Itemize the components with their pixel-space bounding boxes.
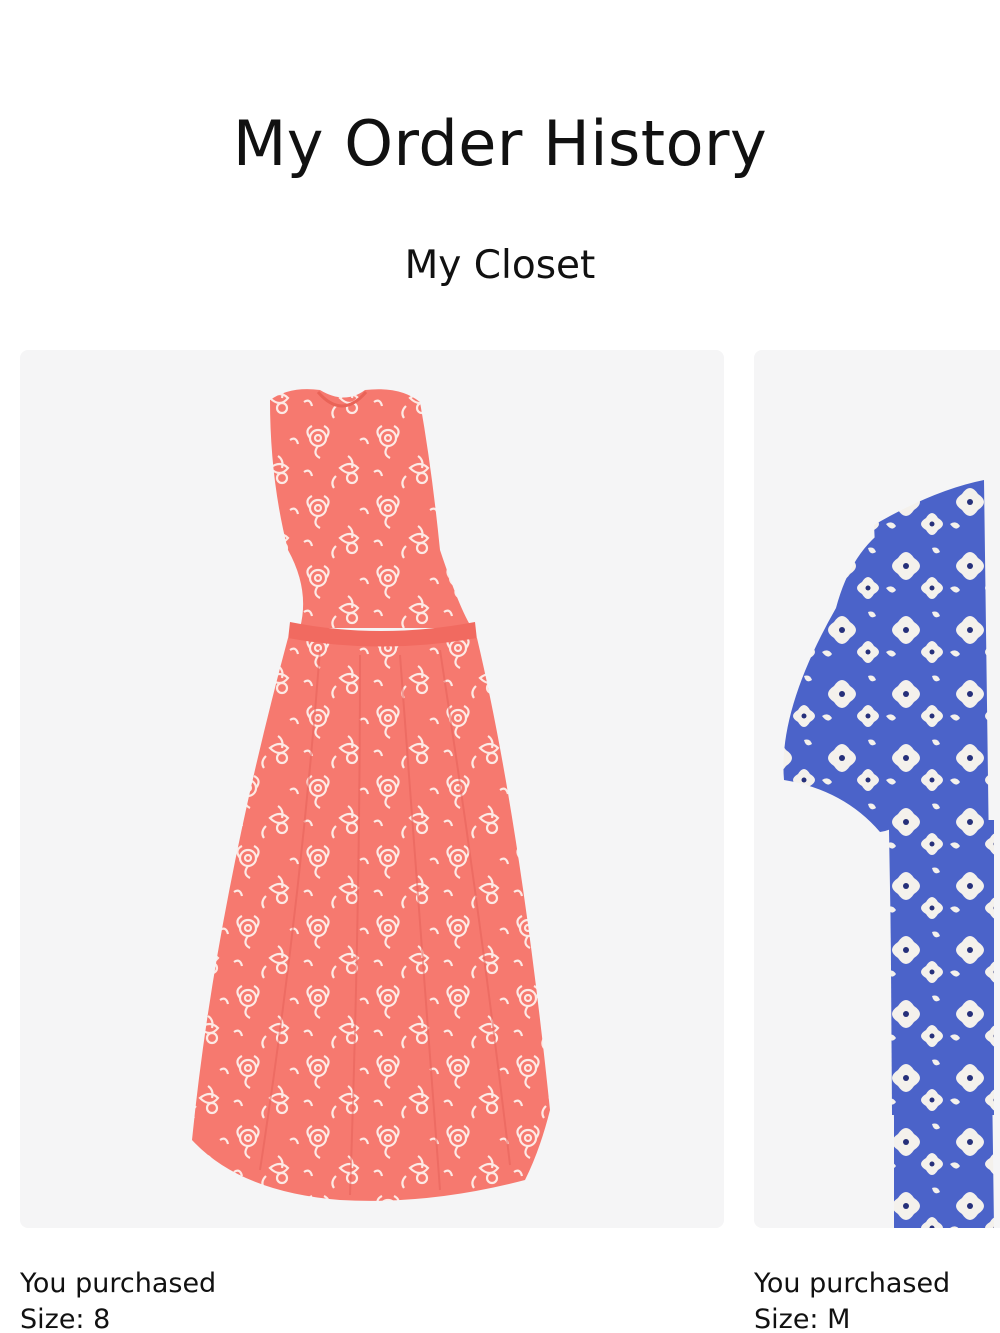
pink-floral-dress-image — [192, 389, 550, 1201]
purchase-status: You purchased — [20, 1268, 217, 1299]
product-card[interactable]: You purchased Size: 8 — [20, 350, 724, 1333]
product-image-pink-dress[interactable] — [20, 350, 724, 1228]
section-title-my-closet: My Closet — [404, 243, 596, 288]
product-image-blue-top[interactable] — [754, 350, 1000, 1228]
closet-carousel[interactable]: You purchased Size: 8 You purchased Size… — [0, 350, 1000, 1333]
page-title: My Order History — [232, 107, 768, 180]
blue-floral-top-image — [783, 480, 994, 1228]
purchase-status: You purchased — [754, 1268, 951, 1299]
size-label: Size: M — [754, 1304, 851, 1333]
size-label: Size: 8 — [20, 1304, 111, 1333]
product-card[interactable]: You purchased Size: M — [754, 350, 1000, 1333]
